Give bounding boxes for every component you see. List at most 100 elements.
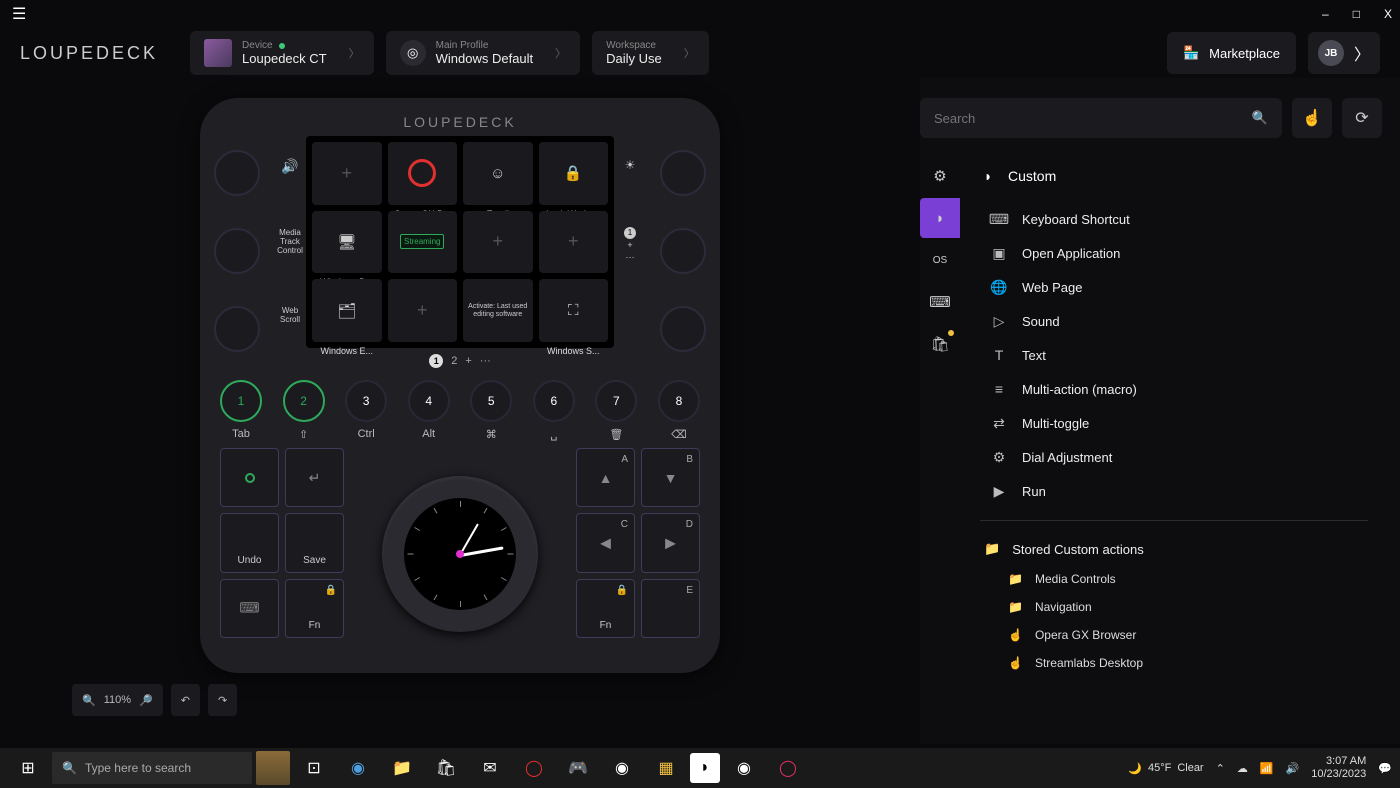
taskbar-app-edge[interactable]: ◉ xyxy=(338,748,378,788)
round-button-1[interactable]: 1 xyxy=(220,380,262,422)
filter-button[interactable]: ☝ xyxy=(1292,98,1332,138)
taskbar-app-opera[interactable]: ◯ xyxy=(514,748,554,788)
action-item[interactable]: ⚙Dial Adjustment xyxy=(970,440,1378,474)
taskbar-app-chrome[interactable]: ◉ xyxy=(602,748,642,788)
square-button[interactable]: Undo xyxy=(220,513,279,572)
square-button[interactable]: Fn🔒 xyxy=(285,579,344,638)
round-button-6[interactable]: 6 xyxy=(533,380,575,422)
taskbar-clock[interactable]: 3:07 AM 10/23/2023 xyxy=(1311,755,1366,781)
search-icon[interactable]: 🔍 xyxy=(1252,110,1268,126)
minimize-button[interactable]: – xyxy=(1322,7,1329,21)
taskbar-search[interactable]: 🔍 Type here to search xyxy=(52,752,252,784)
maximize-button[interactable]: □ xyxy=(1353,7,1360,21)
action-item[interactable]: ≡Multi-action (macro) xyxy=(970,372,1378,406)
search-input[interactable] xyxy=(934,111,1252,126)
user-menu[interactable]: JB 〉 xyxy=(1308,32,1380,74)
screen-tile[interactable]: + xyxy=(388,279,458,342)
page-2[interactable]: 2 xyxy=(451,355,457,367)
taskbar-app-operagx[interactable]: ◯ xyxy=(768,748,808,788)
dial-left-2[interactable] xyxy=(214,228,260,274)
weather-widget[interactable]: 🌙 45°F Clear xyxy=(1128,762,1203,775)
dial-right-3[interactable] xyxy=(660,306,706,352)
close-button[interactable]: X xyxy=(1384,7,1392,21)
tab-os[interactable]: OS xyxy=(920,240,960,280)
action-item[interactable]: ⌨Keyboard Shortcut xyxy=(970,202,1378,236)
side-pager[interactable]: 1 + ··· xyxy=(614,226,646,264)
stored-item[interactable]: ☝Opera GX Browser xyxy=(970,621,1378,649)
action-item[interactable]: ▣Open Application xyxy=(970,236,1378,270)
profile-selector[interactable]: ◎ Main Profile Windows Default 〉 xyxy=(386,31,581,75)
undo-button[interactable]: ↶ xyxy=(181,694,190,707)
screen-tile[interactable]: Streaming xyxy=(388,211,458,274)
round-button-2[interactable]: 2 xyxy=(283,380,325,422)
search-box[interactable]: 🔍 xyxy=(920,98,1282,138)
screen-tile[interactable]: Opera GX B... xyxy=(388,142,458,205)
square-button[interactable]: E xyxy=(641,579,700,638)
stored-item[interactable]: 📁Media Controls xyxy=(970,565,1378,593)
side-label-media[interactable]: Media Track Control xyxy=(274,228,306,255)
action-item[interactable]: ▷Sound xyxy=(970,304,1378,338)
cortana-button[interactable] xyxy=(256,751,290,785)
screen-tile[interactable]: 🗂Windows E... xyxy=(312,279,382,342)
tray-expand-icon[interactable]: ⌃ xyxy=(1216,762,1225,775)
workspace-selector[interactable]: Workspace Daily Use 〉 xyxy=(592,31,709,75)
square-button[interactable]: ▶D xyxy=(641,513,700,572)
action-item[interactable]: 🌐Web Page xyxy=(970,270,1378,304)
square-button[interactable]: ◀C xyxy=(576,513,635,572)
action-item[interactable]: ⇄Multi-toggle xyxy=(970,406,1378,440)
stored-actions-header[interactable]: 📁 Stored Custom actions xyxy=(970,533,1378,565)
notifications-icon[interactable]: 💬 xyxy=(1378,762,1392,775)
square-button[interactable]: ↵ xyxy=(285,448,344,507)
wheel-screen[interactable] xyxy=(404,498,516,610)
square-button[interactable]: ⌨ xyxy=(220,579,279,638)
square-button[interactable] xyxy=(220,448,279,507)
taskbar-app-notes[interactable]: ▦ xyxy=(646,748,686,788)
stored-item[interactable]: ☝Streamlabs Desktop xyxy=(970,649,1378,677)
stored-item[interactable]: 📁Navigation xyxy=(970,593,1378,621)
tab-custom[interactable]: ◗ xyxy=(920,198,960,238)
round-button-3[interactable]: 3 xyxy=(345,380,387,422)
page-more[interactable]: ··· xyxy=(480,355,491,367)
round-button-7[interactable]: 7 xyxy=(595,380,637,422)
side-label-scroll[interactable]: Web Scroll xyxy=(274,306,306,324)
round-button-4[interactable]: 4 xyxy=(408,380,450,422)
screen-pager[interactable]: 1 2 + ··· xyxy=(200,354,720,368)
screen-tile[interactable]: Activate: Last used editing software xyxy=(463,279,533,342)
page-1[interactable]: 1 xyxy=(429,354,443,368)
task-view-button[interactable]: ⊡ xyxy=(294,748,334,788)
dial-right-1[interactable] xyxy=(660,150,706,196)
taskbar-app-explorer[interactable]: 📁 xyxy=(382,748,422,788)
action-item[interactable]: ▶Run xyxy=(970,474,1378,508)
page-add[interactable]: + xyxy=(465,355,471,367)
screen-tile[interactable]: ⛶Windows S... xyxy=(539,279,609,342)
tray-wifi-icon[interactable]: 📶 xyxy=(1260,762,1274,775)
side-brightness-icon[interactable]: ☀ xyxy=(614,158,646,172)
square-button[interactable]: ▲A xyxy=(576,448,635,507)
tab-adjustments[interactable]: ⚙ xyxy=(920,156,960,196)
dial-left-3[interactable] xyxy=(214,306,260,352)
marketplace-button[interactable]: 🏪 Marketplace xyxy=(1167,32,1296,74)
screen-tile[interactable]: 🖥Windows D... xyxy=(312,211,382,274)
screen-tile[interactable]: 🔒Lock Works... xyxy=(539,142,609,205)
screen-tile[interactable]: ☺Emoji xyxy=(463,142,533,205)
taskbar-app-steam[interactable]: ◉ xyxy=(724,748,764,788)
screen-tile[interactable]: + xyxy=(463,211,533,274)
device-selector[interactable]: Device Loupedeck CT 〉 xyxy=(190,31,374,75)
taskbar-app-store[interactable]: 🛍 xyxy=(426,748,466,788)
taskbar-app-mail[interactable]: ✉ xyxy=(470,748,510,788)
round-button-8[interactable]: 8 xyxy=(658,380,700,422)
zoom-out-button[interactable]: 🔍 xyxy=(82,694,96,707)
start-button[interactable]: ⊞ xyxy=(8,748,48,788)
screen-tile[interactable]: + xyxy=(539,211,609,274)
square-button[interactable]: ▼B xyxy=(641,448,700,507)
app-menu-button[interactable]: ☰ xyxy=(8,0,30,28)
round-button-5[interactable]: 5 xyxy=(470,380,512,422)
side-volume-icon[interactable]: 🔊 xyxy=(274,158,306,175)
wheel-dial[interactable] xyxy=(382,476,538,632)
refresh-button[interactable]: ⟳ xyxy=(1342,98,1382,138)
tray-volume-icon[interactable]: 🔊 xyxy=(1286,762,1300,775)
dial-left-1[interactable] xyxy=(214,150,260,196)
square-button[interactable]: Fn🔒 xyxy=(576,579,635,638)
taskbar-app-game[interactable]: 🎮 xyxy=(558,748,598,788)
redo-button[interactable]: ↷ xyxy=(218,694,227,707)
